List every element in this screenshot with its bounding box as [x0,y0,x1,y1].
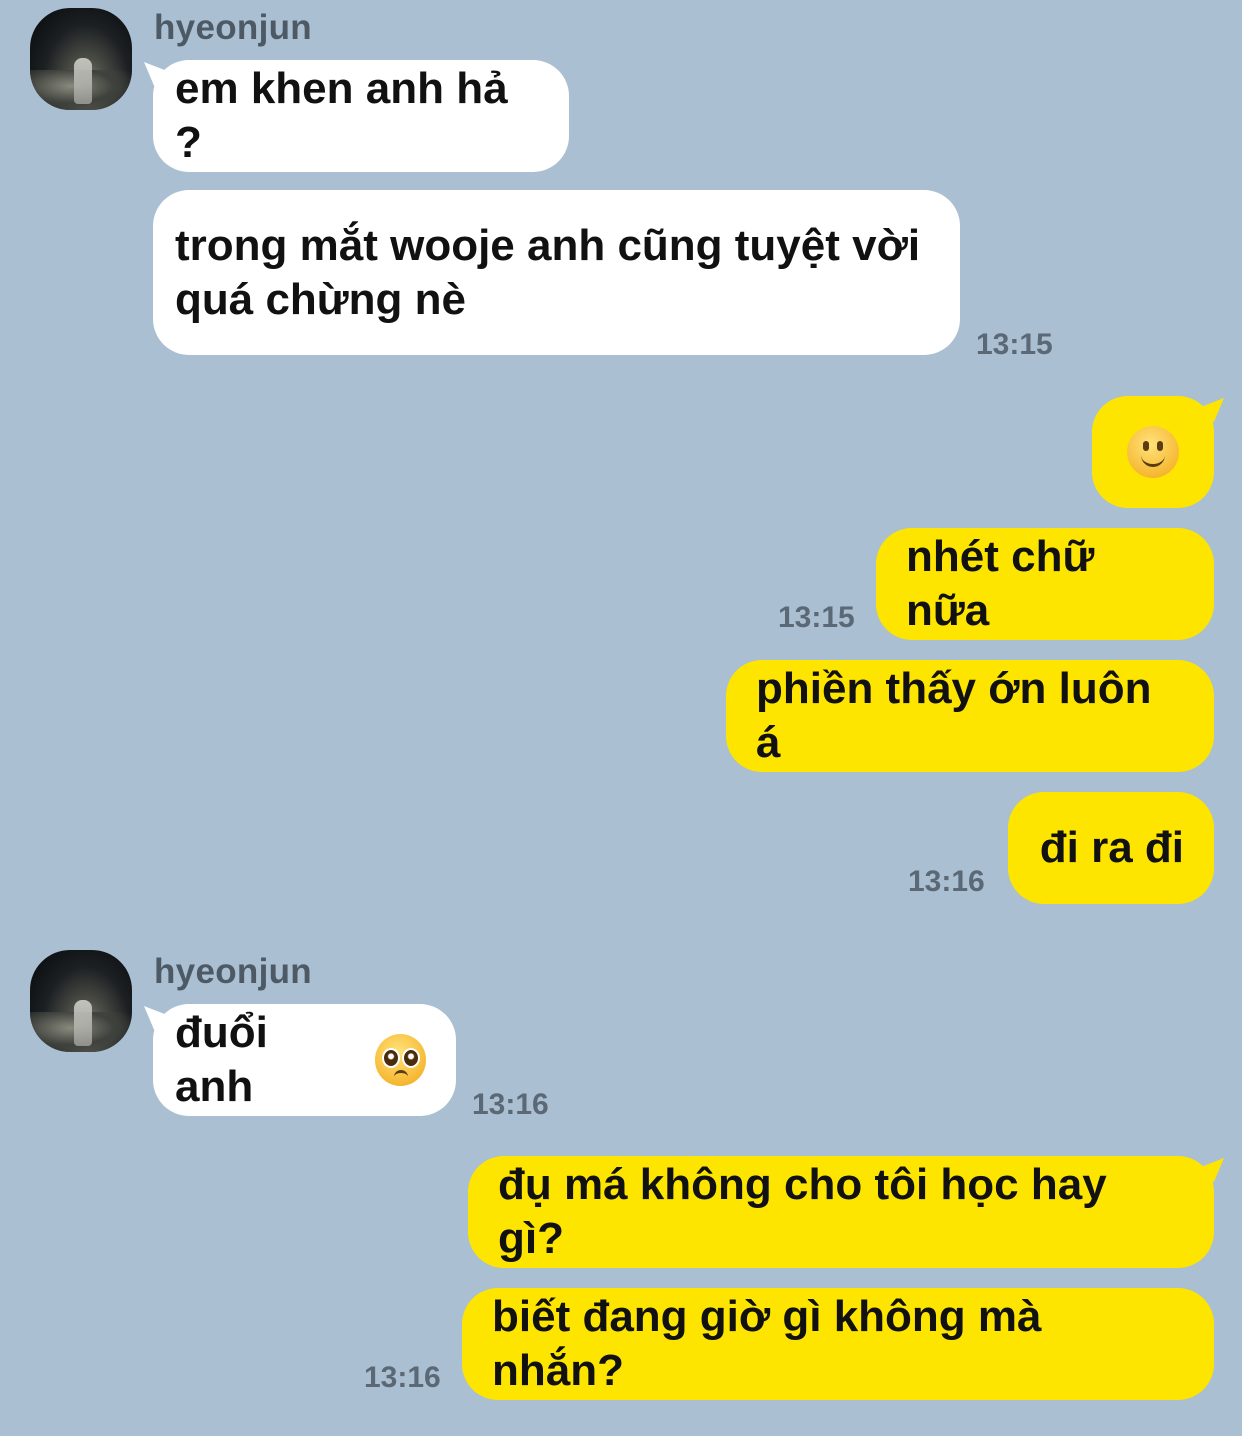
message-text: đi ra đi [1039,823,1184,872]
outgoing-message-bubble[interactable]: nhét chữ nữa [876,528,1214,640]
message-text: phiền thấy ớn luôn á [756,664,1152,767]
outgoing-message-bubble[interactable]: đụ má không cho tôi học hay gì? [468,1156,1214,1268]
incoming-message-bubble[interactable]: em khen anh hả ? [153,60,569,172]
message-timestamp: 13:15 [778,601,855,634]
message-text: nhét chữ nữa [906,532,1095,635]
contact-avatar[interactable] [30,8,132,110]
contact-avatar[interactable] [30,950,132,1052]
pleading-face-icon [374,1034,426,1086]
message-text: trong mắt wooje anh cũng tuyệt vời quá c… [175,220,921,324]
outgoing-message-bubble[interactable]: phiền thấy ớn luôn á [726,660,1214,772]
outgoing-message-bubble[interactable] [1092,396,1214,508]
incoming-message-bubble[interactable]: trong mắt wooje anh cũng tuyệt vời quá c… [153,190,960,355]
message-timestamp: 13:16 [364,1361,441,1394]
message-text: biết đang giờ gì không mà nhắn? [492,1292,1042,1395]
message-text: em khen anh hả ? [175,64,508,167]
slightly-smiling-face-icon [1127,426,1179,478]
message-timestamp: 13:15 [976,328,1053,361]
outgoing-message-bubble[interactable]: biết đang giờ gì không mà nhắn? [462,1288,1214,1400]
incoming-message-bubble[interactable]: đuổi anh [153,1004,456,1116]
message-text: đụ má không cho tôi học hay gì? [498,1160,1107,1263]
message-text: đuổi anh [175,1008,268,1111]
outgoing-message-bubble[interactable]: đi ra đi [1008,792,1214,904]
sender-name: hyeonjun [154,952,312,991]
message-timestamp: 13:16 [908,865,985,898]
sender-name: hyeonjun [154,8,312,47]
message-timestamp: 13:16 [472,1088,549,1121]
